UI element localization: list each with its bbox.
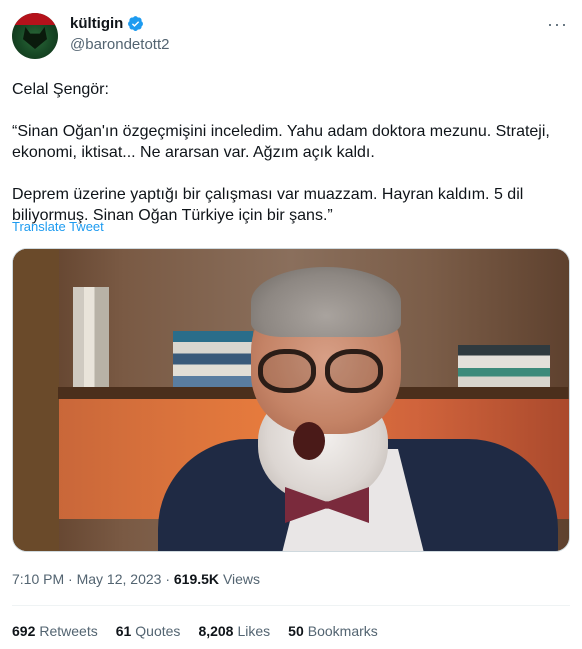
likes-label: Likes (237, 623, 271, 639)
divider-top (12, 605, 570, 606)
meta-separator: · (68, 571, 73, 587)
media-books-right (458, 345, 550, 387)
wolf-avatar-icon (23, 27, 47, 49)
tweet-time[interactable]: 7:10 PM (12, 571, 64, 587)
media-hair (251, 267, 401, 337)
display-name[interactable]: kültigin (70, 15, 123, 32)
likes-count: 8,208 (198, 623, 234, 639)
avatar[interactable] (12, 13, 58, 59)
tweet-text: Celal Şengör: “Sinan Oğan'ın özgeçmişini… (12, 79, 572, 226)
bookmarks-stat[interactable]: 50 Bookmarks (288, 623, 378, 639)
verified-badge-icon (128, 16, 144, 31)
media-books-center (173, 331, 253, 387)
tweet-line-2: “Sinan Oğan'ın özgeçmişini inceledim. Ya… (12, 123, 550, 161)
tweet-meta: 7:10 PM · May 12, 2023 · 619.5K Views (12, 571, 260, 587)
retweets-stat[interactable]: 692 Retweets (12, 623, 98, 639)
glasses-left-lens (258, 349, 316, 393)
meta-separator-2: · (165, 571, 170, 587)
handle[interactable]: @barondetott2 (70, 36, 169, 53)
media-mouth (293, 422, 325, 460)
media-books-left (73, 287, 109, 387)
views-label: Views (222, 571, 261, 587)
translate-tweet-link[interactable]: Translate Tweet (12, 219, 104, 234)
bookmarks-count: 50 (288, 623, 304, 639)
retweets-count: 692 (12, 623, 36, 639)
glasses-right-lens (325, 349, 383, 393)
tweet-date[interactable]: May 12, 2023 (77, 571, 162, 587)
more-options-icon[interactable]: ··· (547, 14, 568, 35)
views-count: 619.5K (173, 571, 220, 587)
quotes-label: Quotes (135, 623, 181, 639)
bookmarks-label: Bookmarks (307, 623, 378, 639)
engagement-stats: 692 Retweets 61 Quotes 8,208 Likes 50 Bookma… (12, 623, 396, 639)
retweets-label: Retweets (39, 623, 98, 639)
author-name-row: kültigin (70, 15, 144, 32)
tweet-line-1: Celal Şengör: (12, 81, 109, 98)
quotes-count: 61 (115, 623, 132, 639)
quotes-stat[interactable]: 61 Quotes (116, 623, 181, 639)
likes-stat[interactable]: 8,208 Likes (198, 623, 270, 639)
tweet-media-image[interactable] (12, 248, 570, 552)
media-shelf-left (13, 249, 59, 551)
